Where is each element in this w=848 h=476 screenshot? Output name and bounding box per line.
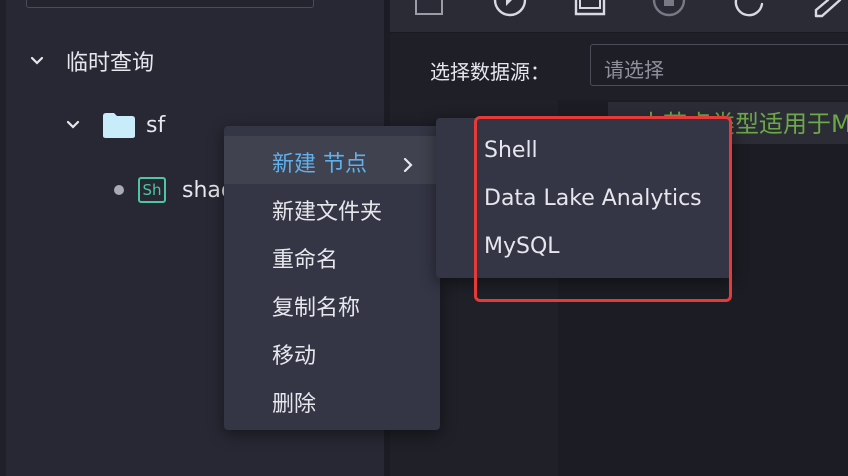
chevron-down-icon[interactable] xyxy=(66,118,80,132)
shell-node-icon: Sh xyxy=(138,177,166,203)
menu-item-delete[interactable]: 删除 xyxy=(224,376,440,424)
menu-item-label: 重命名 xyxy=(272,248,339,273)
menu-item-label: 新建文件夹 xyxy=(272,200,383,225)
chevron-right-icon xyxy=(402,153,414,178)
menu-item-label: 删除 xyxy=(272,392,317,417)
menu-item-label: 移动 xyxy=(272,344,317,369)
menu-item-label: 新建 节点 xyxy=(272,152,367,177)
save-icon[interactable] xyxy=(574,0,606,18)
context-menu: 新建 节点 新建文件夹 重命名 复制名称 移动 删除 xyxy=(224,126,440,430)
datasource-label: 选择数据源： xyxy=(430,60,550,84)
node-status-dot xyxy=(114,185,124,195)
tree-item-label: 临时查询 xyxy=(66,51,155,76)
datasource-placeholder: 请选择 xyxy=(604,58,664,82)
stop-circle-icon[interactable] xyxy=(652,0,686,18)
refresh-icon[interactable] xyxy=(732,0,764,18)
folder-icon xyxy=(102,111,136,139)
chevron-down-icon[interactable] xyxy=(30,54,44,68)
tree-search-input[interactable] xyxy=(26,0,314,8)
tree-item-folder[interactable]: sf xyxy=(66,108,165,142)
menu-item-new-node[interactable]: 新建 节点 xyxy=(224,136,440,184)
datasource-select[interactable]: 请选择 xyxy=(590,44,848,86)
menu-item-rename[interactable]: 重命名 xyxy=(224,232,440,280)
highlight-annotation-box xyxy=(474,116,732,302)
toolbar-divider xyxy=(390,32,848,33)
datasource-row: 选择数据源： 请选择 xyxy=(390,40,848,96)
menu-item-move[interactable]: 移动 xyxy=(224,328,440,376)
panel-edge xyxy=(0,0,6,476)
format-pen-icon[interactable] xyxy=(812,0,842,18)
tree-item-node[interactable]: Sh shad xyxy=(114,174,235,206)
menu-item-label: 复制名称 xyxy=(272,296,361,321)
tree-item-root[interactable]: 临时查询 xyxy=(30,46,154,76)
menu-item-copy-name[interactable]: 复制名称 xyxy=(224,280,440,328)
tree-item-label: sf xyxy=(146,112,166,138)
stop-square-icon[interactable] xyxy=(414,0,444,18)
run-icon[interactable] xyxy=(493,0,527,18)
menu-item-new-folder[interactable]: 新建文件夹 xyxy=(224,184,440,232)
editor-toolbar xyxy=(390,0,848,32)
